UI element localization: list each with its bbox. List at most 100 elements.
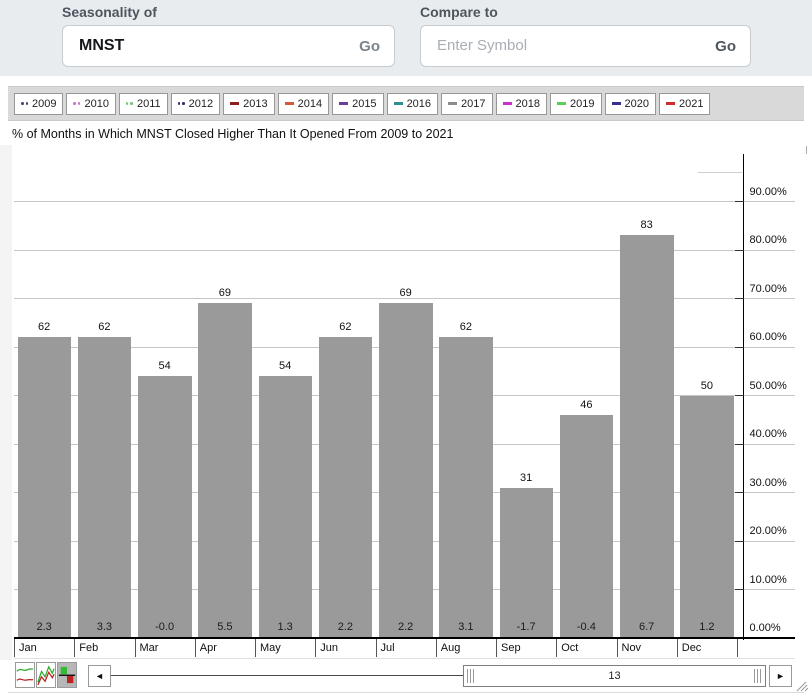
dotted-series-marker-icon bbox=[73, 102, 80, 105]
x-axis-month-label: Dec bbox=[682, 642, 702, 654]
bar bbox=[319, 337, 373, 638]
y-axis-tick-label: 40.00% bbox=[750, 428, 787, 440]
seasonality-field-group: Seasonality of Go bbox=[62, 4, 395, 67]
legend-item-2011[interactable]: 2011 bbox=[119, 93, 168, 115]
zigzag-line-chart-button[interactable] bbox=[36, 662, 56, 688]
legend-item-2016[interactable]: 2016 bbox=[387, 93, 438, 115]
bar-change-label: -0.4 bbox=[556, 621, 616, 633]
legend-item-2010[interactable]: 2010 bbox=[66, 93, 115, 115]
legend-item-2013[interactable]: 2013 bbox=[223, 93, 274, 115]
y-axis-tick bbox=[735, 444, 744, 445]
solid-series-marker-icon bbox=[503, 102, 512, 105]
y-axis-tick-label: 10.00% bbox=[750, 574, 787, 586]
legend-year-label: 2011 bbox=[137, 98, 161, 110]
legend-item-2019[interactable]: 2019 bbox=[550, 93, 601, 115]
bar-change-label: 2.3 bbox=[14, 621, 74, 633]
legend-item-2009[interactable]: 2009 bbox=[14, 93, 63, 115]
legend-item-2015[interactable]: 2015 bbox=[332, 93, 383, 115]
left-arrow-icon: ◄ bbox=[95, 671, 104, 681]
solid-series-marker-icon bbox=[285, 102, 294, 105]
y-axis-tick bbox=[735, 541, 744, 542]
x-axis-month-label: Jun bbox=[320, 642, 338, 654]
bar-chart-button[interactable] bbox=[57, 662, 77, 688]
bar-value-label: 31 bbox=[496, 472, 556, 484]
legend-item-2020[interactable]: 2020 bbox=[605, 93, 656, 115]
scroll-right-button[interactable]: ► bbox=[769, 665, 792, 687]
legend-item-2018[interactable]: 2018 bbox=[496, 93, 547, 115]
bar-change-label: 5.5 bbox=[195, 621, 255, 633]
zigzag-line-chart-icon bbox=[37, 663, 55, 687]
bar bbox=[78, 337, 132, 638]
resize-grip-icon[interactable] bbox=[793, 678, 809, 696]
seasonality-symbol-input[interactable] bbox=[77, 36, 321, 56]
legend-item-2014[interactable]: 2014 bbox=[278, 93, 329, 115]
scrollbar-track[interactable] bbox=[111, 675, 463, 676]
thumb-grip-right bbox=[754, 669, 762, 683]
solid-series-marker-icon bbox=[230, 102, 239, 105]
gridline bbox=[14, 250, 795, 251]
bar-value-label: 69 bbox=[376, 287, 436, 299]
dotted-series-marker-icon bbox=[178, 102, 185, 105]
y-axis-tick bbox=[735, 250, 744, 251]
bar-value-label: 83 bbox=[617, 219, 677, 231]
bar-value-label: 46 bbox=[556, 399, 616, 411]
x-axis-month-label: May bbox=[260, 642, 281, 654]
solid-series-marker-icon bbox=[612, 102, 621, 105]
x-axis-month-label: Apr bbox=[200, 642, 217, 654]
legend-year-label: 2009 bbox=[32, 98, 56, 110]
y-axis-tick bbox=[735, 347, 744, 348]
bar bbox=[620, 235, 674, 638]
bar-change-label: 3.3 bbox=[74, 621, 134, 633]
y-axis-tick bbox=[735, 589, 744, 590]
bar-change-label: 1.2 bbox=[677, 621, 737, 633]
smooth-line-chart-button[interactable] bbox=[15, 662, 35, 688]
axis-top-minor-line bbox=[698, 172, 742, 173]
seasonality-go-button[interactable]: Go bbox=[359, 38, 380, 55]
y-axis-tick-label: 80.00% bbox=[750, 234, 787, 246]
dotted-series-marker-icon bbox=[21, 102, 28, 105]
x-axis-month-label: Jul bbox=[381, 642, 395, 654]
solid-series-marker-icon bbox=[666, 102, 675, 105]
x-axis-month-label: Mar bbox=[140, 642, 159, 654]
legend-item-2012[interactable]: 2012 bbox=[171, 93, 220, 115]
y-axis-tick bbox=[735, 298, 744, 299]
x-axis-baseline bbox=[14, 637, 795, 639]
legend-year-label: 2021 bbox=[679, 98, 703, 110]
bar-value-label: 62 bbox=[14, 321, 74, 333]
chart-title: % of Months in Which MNST Closed Higher … bbox=[12, 127, 453, 141]
dotted-series-marker-icon bbox=[126, 102, 133, 105]
compare-symbol-input[interactable] bbox=[435, 36, 679, 56]
legend-item-2021[interactable]: 2021 bbox=[659, 93, 710, 115]
corner-tick bbox=[806, 146, 807, 154]
scroll-left-button[interactable]: ◄ bbox=[88, 665, 111, 687]
x-axis-month-label: Sep bbox=[501, 642, 521, 654]
bar bbox=[198, 303, 252, 638]
bar bbox=[500, 488, 554, 638]
bar bbox=[138, 376, 192, 638]
bar-value-label: 54 bbox=[135, 360, 195, 372]
legend-year-label: 2016 bbox=[407, 98, 431, 110]
legend-year-label: 2020 bbox=[625, 98, 649, 110]
y-axis-tick-label: 0.00% bbox=[750, 622, 781, 634]
y-axis-tick bbox=[735, 395, 744, 396]
x-axis-month-label: Jan bbox=[19, 642, 37, 654]
bar bbox=[439, 337, 493, 638]
y-axis-tick-label: 20.00% bbox=[750, 525, 787, 537]
y-axis-tick-label: 50.00% bbox=[750, 380, 787, 392]
compare-to-label: Compare to bbox=[420, 4, 751, 20]
symbol-input-bar: Seasonality of Go Compare to Go bbox=[0, 0, 812, 76]
legend-item-2017[interactable]: 2017 bbox=[441, 93, 492, 115]
legend-year-label: 2012 bbox=[189, 98, 213, 110]
gridline bbox=[14, 444, 795, 445]
y-axis-tick-label: 90.00% bbox=[750, 186, 787, 198]
bar-change-label: -1.7 bbox=[496, 621, 556, 633]
y-axis-tick bbox=[735, 492, 744, 493]
scrollbar-thumb[interactable]: 13 bbox=[463, 665, 766, 687]
chart-left-gutter bbox=[0, 145, 12, 660]
bar-value-label: 62 bbox=[315, 321, 375, 333]
bar bbox=[18, 337, 72, 638]
bar bbox=[259, 376, 313, 638]
bar bbox=[680, 396, 734, 639]
compare-go-button[interactable]: Go bbox=[715, 38, 736, 55]
gridline bbox=[14, 298, 795, 299]
